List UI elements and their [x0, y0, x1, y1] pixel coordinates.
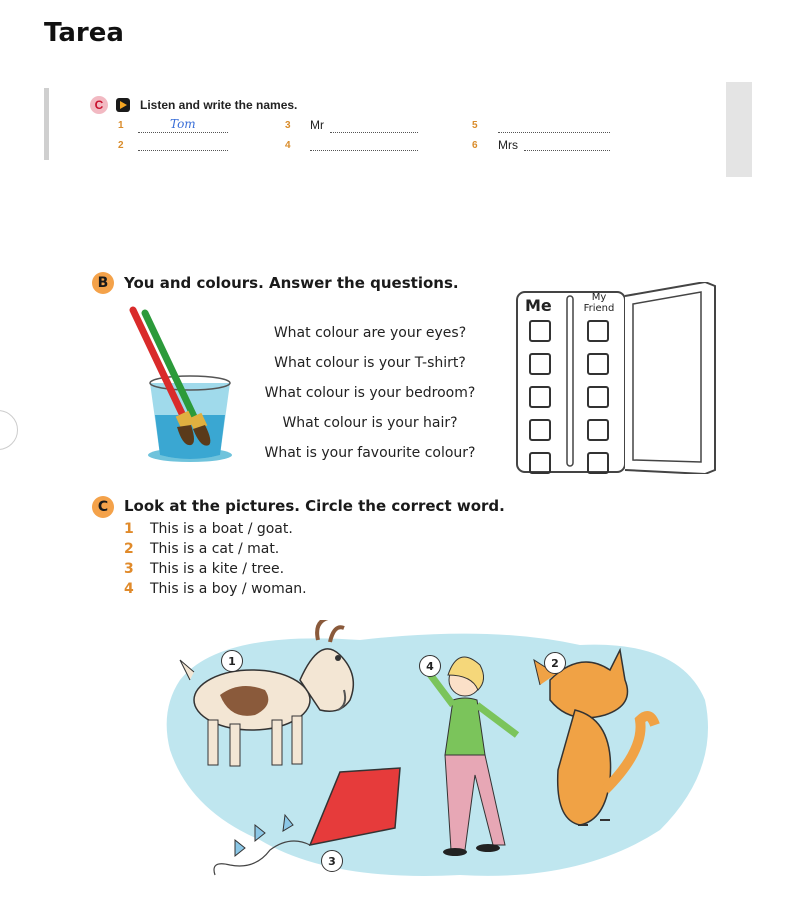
checkbox[interactable] [587, 386, 609, 408]
answer-line[interactable] [524, 138, 610, 151]
checkbox[interactable] [587, 419, 609, 441]
list-item: 1 This is a boat / goat. [124, 521, 293, 537]
question: What colour is your T-shirt? [274, 355, 466, 371]
section-title: Look at the pictures. Circle the correct… [124, 497, 505, 515]
section-badge: C [92, 496, 114, 518]
item-number: 3 [285, 120, 291, 131]
item-number: 5 [472, 120, 478, 131]
picture-number: 2 [544, 652, 566, 674]
checkbox[interactable] [529, 419, 551, 441]
picture-number: 3 [321, 850, 343, 872]
exercise-instruction: Listen and write the names. [140, 98, 298, 112]
section-badge: B [92, 272, 114, 294]
checkbox[interactable] [529, 320, 551, 342]
picture-number: 1 [221, 650, 243, 672]
answer-line[interactable] [330, 120, 418, 133]
scrollbar-thumb[interactable] [726, 82, 752, 177]
left-margin-bar [44, 88, 49, 160]
item-prefix: Mrs [498, 138, 518, 152]
item-number: 4 [285, 140, 291, 151]
list-item: 4 This is a boy / woman. [124, 581, 307, 597]
item-prefix: Mr [310, 118, 324, 132]
checkbox[interactable] [529, 386, 551, 408]
column-header-me: Me [525, 296, 552, 315]
item-number: 1 [118, 120, 124, 131]
checkbox[interactable] [529, 353, 551, 375]
friend-checkboxes [587, 320, 609, 474]
question: What is your favourite colour? [264, 445, 476, 461]
picture-number: 4 [419, 655, 441, 677]
section-title: You and colours. Answer the questions. [124, 274, 459, 292]
handwritten-answer: Tom [170, 117, 196, 131]
checkbox[interactable] [587, 320, 609, 342]
question: What colour is your hair? [282, 415, 458, 431]
item-number: 6 [472, 140, 478, 151]
checkbox[interactable] [587, 452, 609, 474]
question: What colour are your eyes? [273, 325, 467, 341]
answer-line[interactable] [498, 120, 610, 133]
page-nav-button[interactable] [0, 410, 18, 450]
exercise-badge: C [90, 96, 108, 114]
answer-line[interactable] [310, 138, 418, 151]
me-checkboxes [529, 320, 551, 474]
list-item: 2 This is a cat / mat. [124, 541, 280, 557]
checkbox[interactable] [529, 452, 551, 474]
column-header-friend: My Friend [583, 292, 615, 314]
paintbrushes-illustration [129, 306, 232, 462]
audio-play-icon[interactable] [116, 98, 130, 112]
item-number: 2 [118, 140, 124, 151]
question: What colour is your bedroom? [264, 385, 476, 401]
page-title: Tarea [44, 18, 124, 48]
checkbox[interactable] [587, 353, 609, 375]
answer-line[interactable] [138, 138, 228, 151]
list-item: 3 This is a kite / tree. [124, 561, 285, 577]
answer-table: Me My Friend [515, 282, 718, 474]
